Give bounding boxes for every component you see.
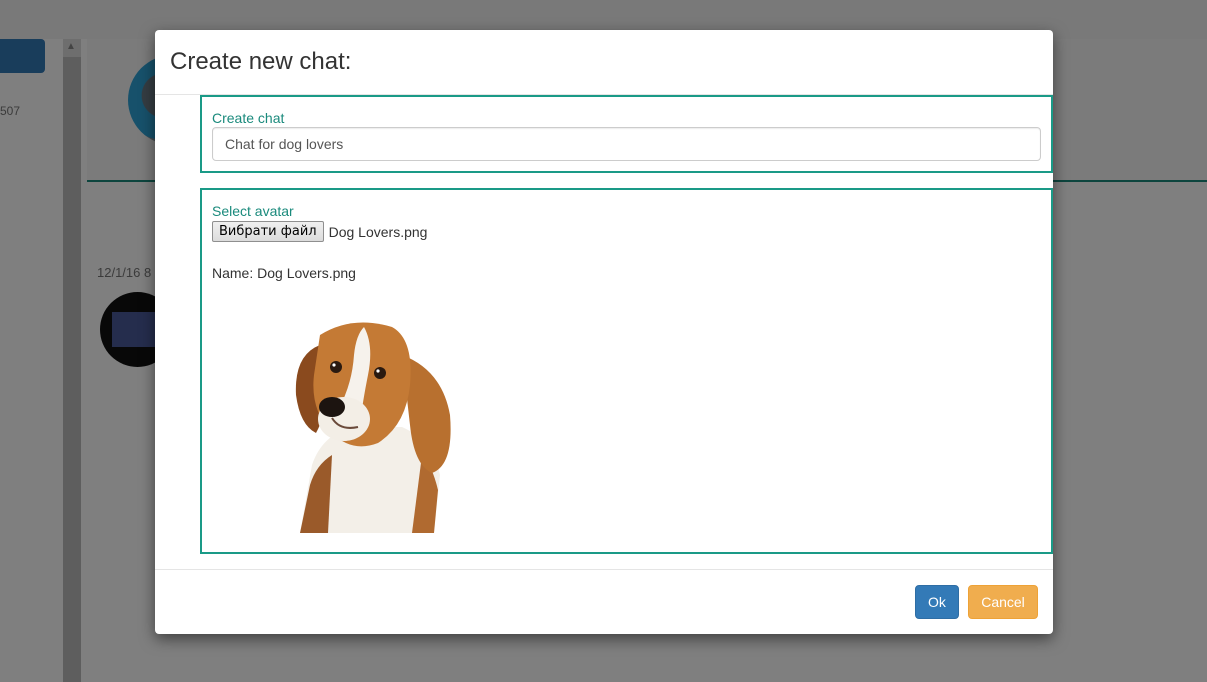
choose-file-button[interactable]: Вибрати файл xyxy=(212,221,324,242)
modal-title: Create new chat: xyxy=(170,48,352,75)
select-avatar-label: Select avatar xyxy=(212,203,294,219)
chat-name-input[interactable] xyxy=(212,127,1041,161)
create-chat-label: Create chat xyxy=(212,110,285,126)
select-avatar-group: Select avatar Вибрати файл Dog Lovers.pn… xyxy=(200,188,1053,554)
create-chat-group: Create chat xyxy=(200,95,1053,173)
cancel-button[interactable]: Cancel xyxy=(968,585,1038,619)
create-chat-modal: Create new chat: Create chat Select avat… xyxy=(155,30,1053,634)
modal-header: Create new chat: xyxy=(155,30,1053,95)
file-picker: Вибрати файл Dog Lovers.png xyxy=(212,221,427,242)
file-name-line: Name: Dog Lovers.png xyxy=(212,265,356,281)
modal-footer: Ok Cancel xyxy=(155,569,1053,634)
selected-file-name: Dog Lovers.png xyxy=(328,223,428,240)
ok-button[interactable]: Ok xyxy=(915,585,959,619)
beagle-dog-image xyxy=(295,322,451,533)
